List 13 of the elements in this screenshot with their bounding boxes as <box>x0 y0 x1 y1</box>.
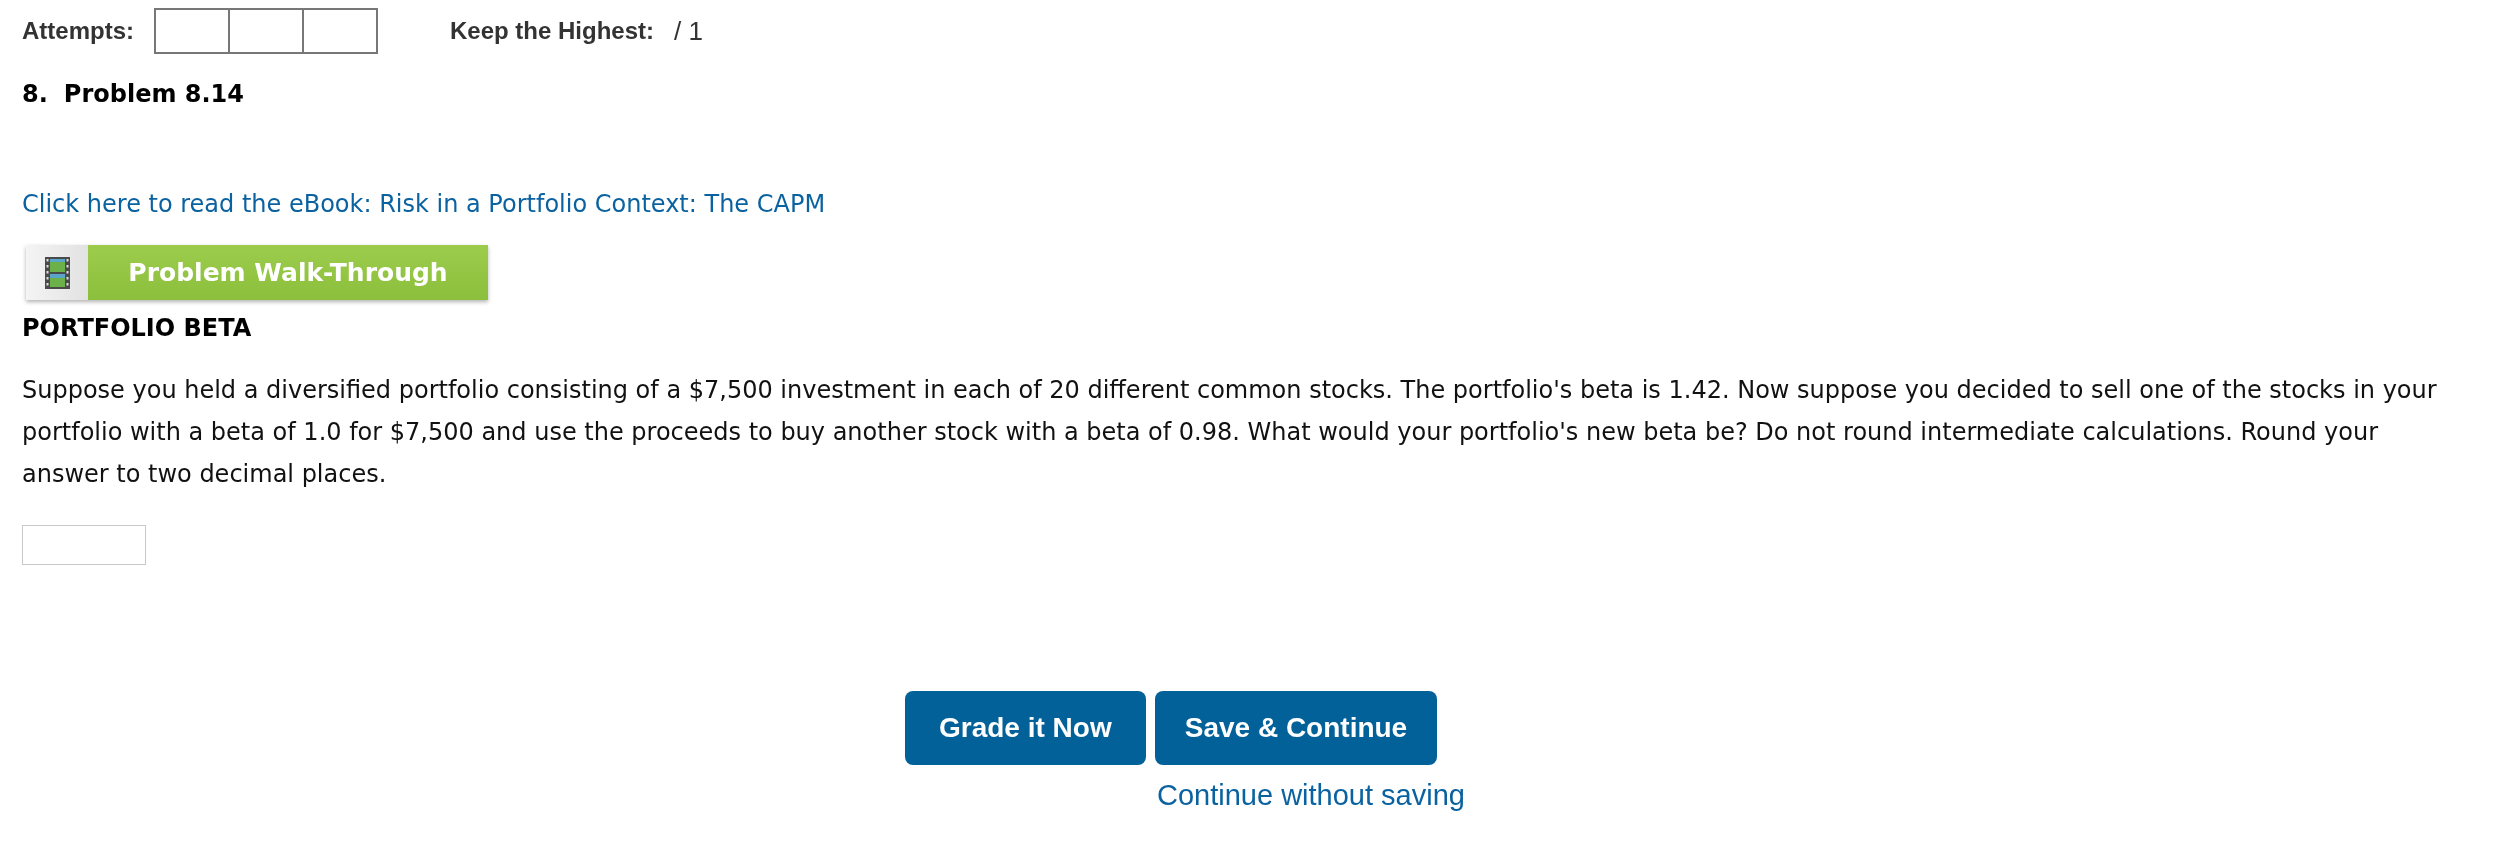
ebook-link[interactable]: Click here to read the eBook: Risk in a Portfolio Context: The CAPM <box>22 190 826 218</box>
problem-number: 8. <box>22 79 48 109</box>
keep-highest-label: Keep the Highest: <box>450 17 655 45</box>
attempts-label: Attempts: <box>22 17 134 45</box>
question-text: Suppose you held a diversified portfolio consisting of a $7,500 investment in each of 20 different common stocks. The portfolio's beta is 1.42. Now suppose you decided to sell one of the stocks in your portfolio with a beta of 1.0 for $7,500 and use the proceeds to buy another stock with a beta of 0.98. What would your portfolio's new beta be? Do not round intermediate calculations. Round your answer to two decimal places. <box>22 375 2438 490</box>
action-button[interactable]: Grade it Now <box>905 691 1146 765</box>
problem-title: Problem 8.14 <box>63 79 244 109</box>
score-text: / 1 <box>674 15 703 47</box>
section-heading: PORTFOLIO BETA <box>22 313 252 343</box>
answer-field[interactable] <box>22 525 146 565</box>
continue-link[interactable]: Continue without saving <box>1157 779 1465 811</box>
film-strip-icon <box>26 245 88 300</box>
action-button[interactable]: Save & Continue <box>1154 691 1438 765</box>
